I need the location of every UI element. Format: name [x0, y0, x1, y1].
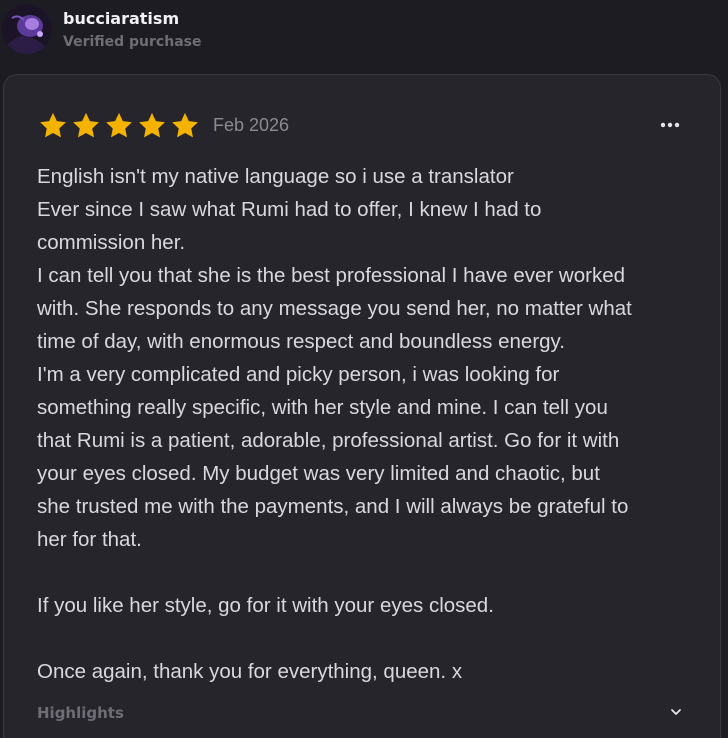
- review-line: her for that.: [37, 528, 142, 551]
- reviewer-name[interactable]: bucciaratism: [63, 9, 179, 28]
- verified-purchase-badge: Verified purchase: [63, 34, 202, 50]
- review-line: your eyes closed. My budget was very lim…: [37, 462, 600, 485]
- avatar-image: [2, 4, 52, 54]
- review-page: bucciaratism Verified purchase Feb 2026 …: [0, 0, 728, 738]
- review-paragraph: Once again, thank you for everything, qu…: [37, 660, 463, 683]
- review-paragraph: If you like her style, go for it with yo…: [37, 594, 494, 617]
- star-icon: [172, 112, 198, 138]
- review-line: time of day, with enormous respect and b…: [37, 330, 565, 353]
- star-icon: [73, 112, 99, 138]
- review-line: with. She responds to any message you se…: [37, 297, 632, 320]
- review-card: Feb 2026 English isn't my native languag…: [3, 74, 721, 738]
- review-line: Ever since I saw what Rumi had to offer,…: [37, 198, 542, 221]
- star-rating: [38, 111, 200, 141]
- avatar[interactable]: [2, 4, 52, 54]
- review-line: that Rumi is a patient, adorable, profes…: [37, 429, 620, 452]
- review-line: something really specific, with her styl…: [37, 396, 608, 419]
- more-options-button[interactable]: [656, 113, 684, 137]
- review-line: commission her.: [37, 231, 186, 254]
- review-line: I'm a very complicated and picky person,…: [37, 363, 560, 386]
- highlights-toggle-button[interactable]: [666, 702, 686, 722]
- review-text: English isn't my native language so i us…: [37, 160, 687, 688]
- star-icon: [106, 112, 132, 138]
- highlights-label[interactable]: Highlights: [37, 704, 124, 722]
- review-line: I can tell you that she is the best prof…: [37, 264, 625, 287]
- review-line: she trusted me with the payments, and I …: [37, 495, 629, 518]
- more-horizontal-icon: [660, 122, 680, 128]
- star-icon: [139, 112, 165, 138]
- review-line: English isn't my native language so i us…: [37, 165, 514, 188]
- chevron-down-icon: [671, 709, 681, 715]
- review-date: Feb 2026: [213, 115, 290, 135]
- star-icon: [40, 112, 66, 138]
